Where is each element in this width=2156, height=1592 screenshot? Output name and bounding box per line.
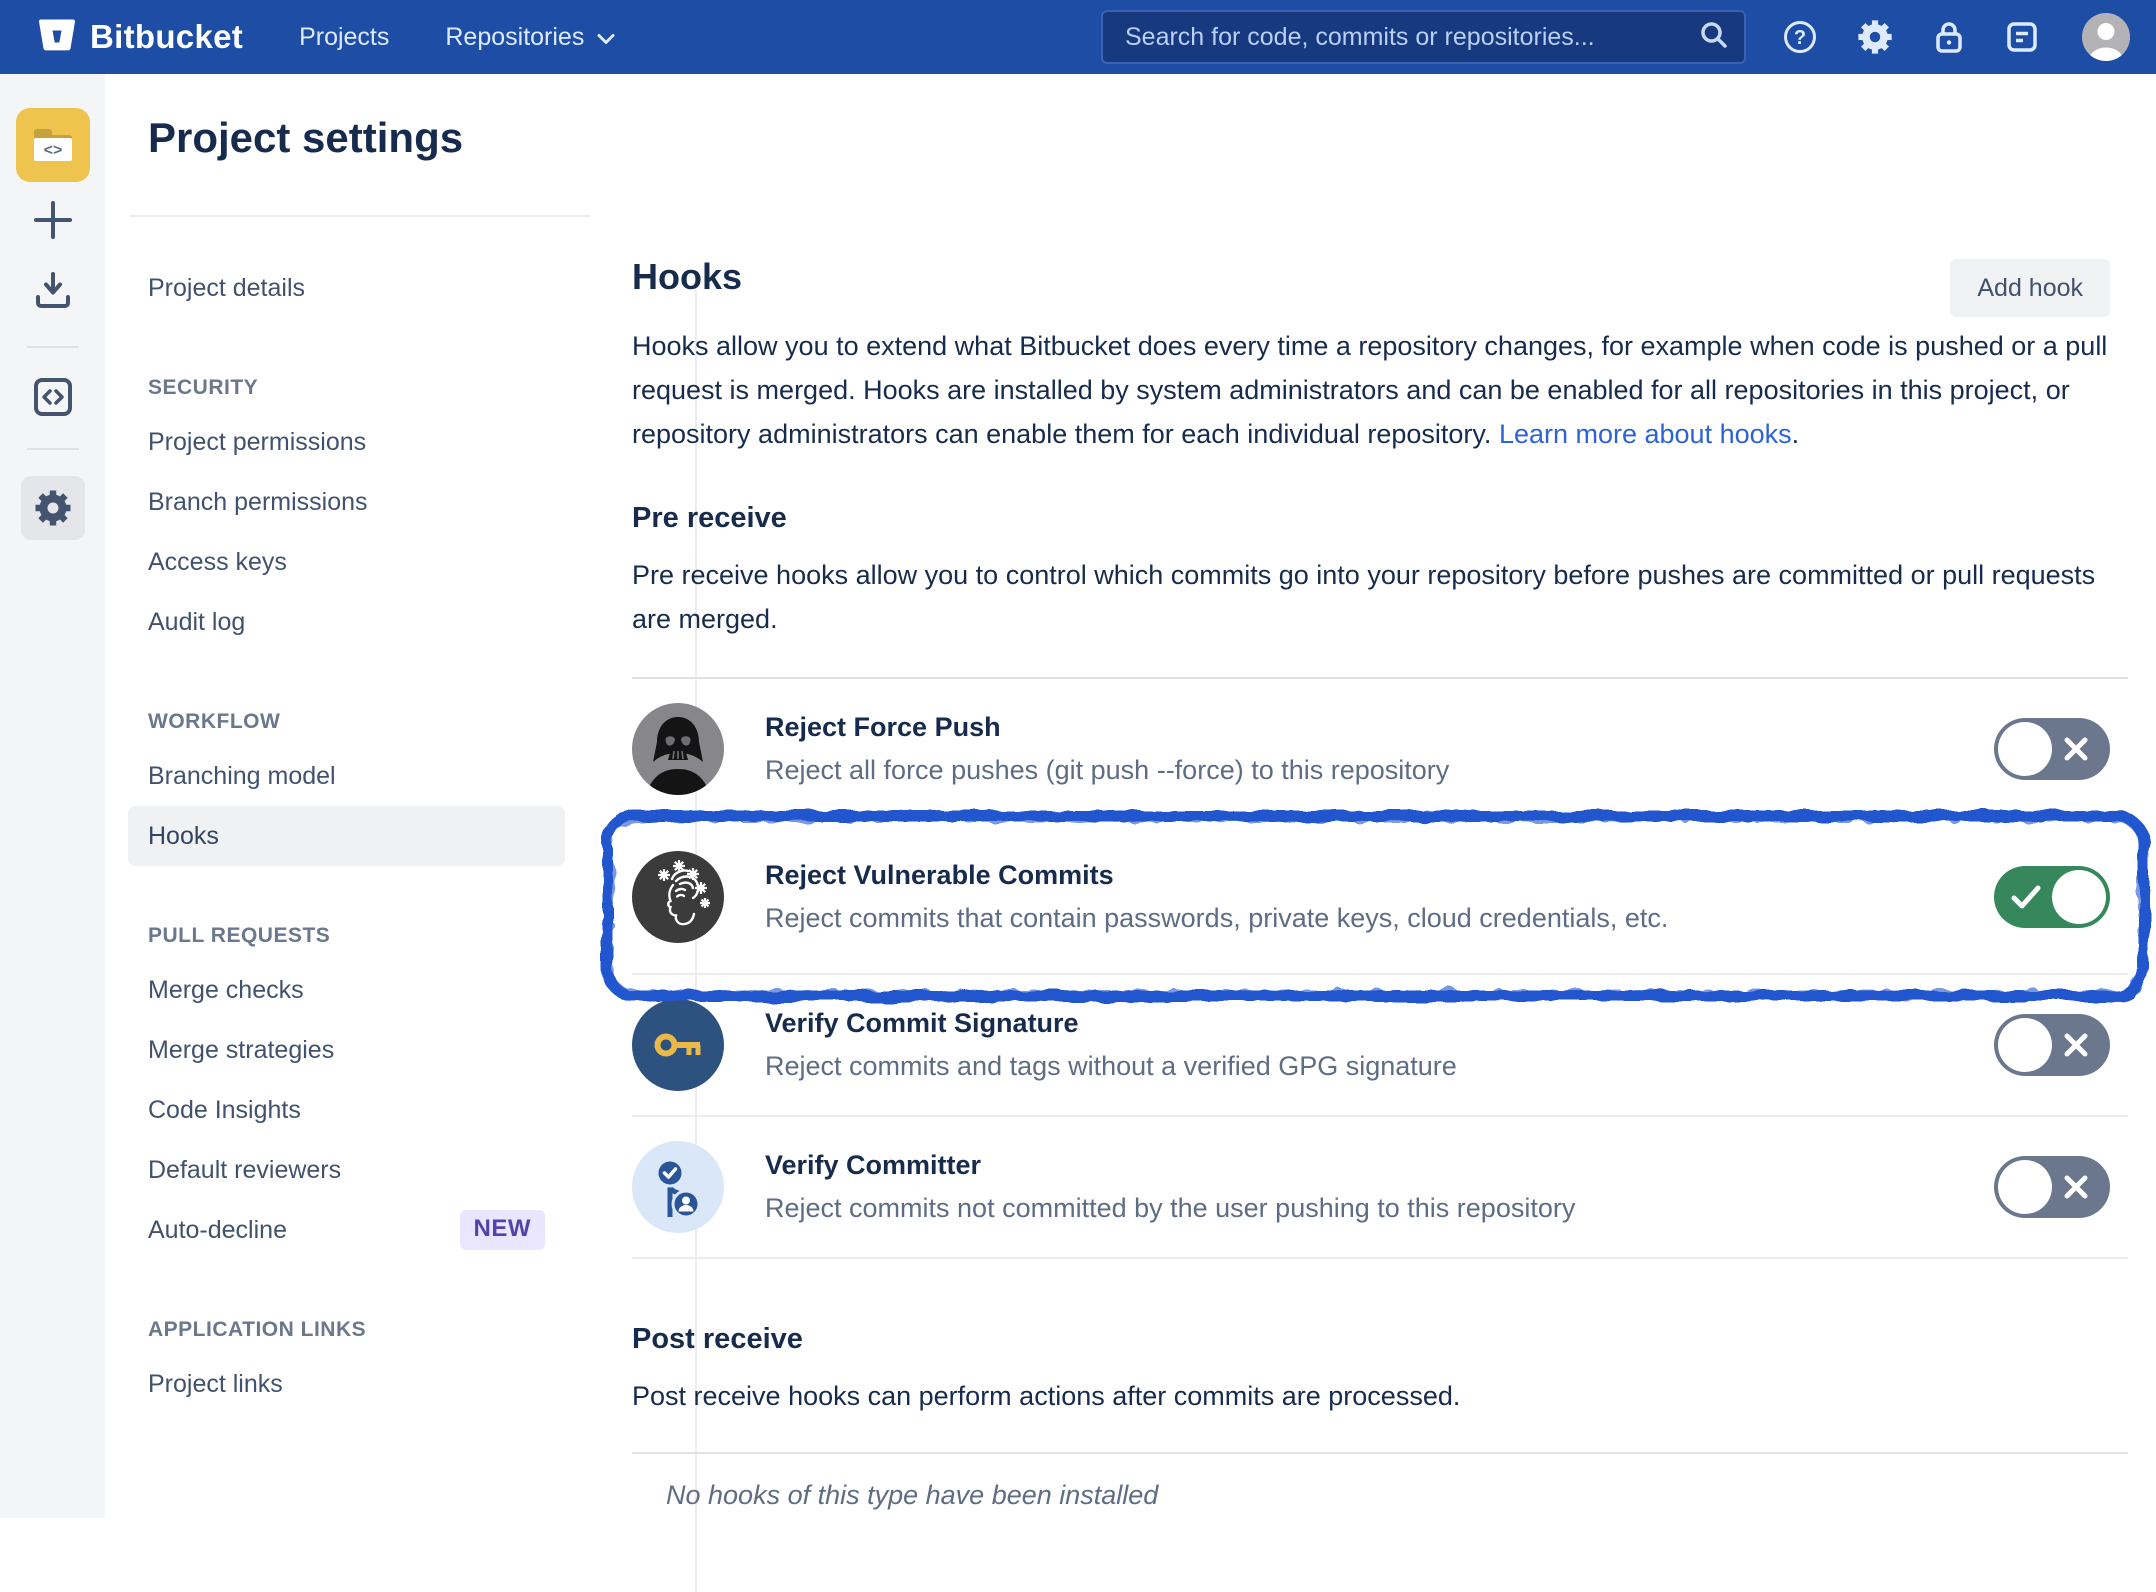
pre-receive-description: Pre receive hooks allow you to control w… xyxy=(632,553,2128,641)
bitbucket-logo-icon xyxy=(38,18,76,57)
intro-period: . xyxy=(1792,419,1800,449)
user-avatar[interactable] xyxy=(2082,13,2130,61)
nav-item-merge-checks[interactable]: Merge checks xyxy=(128,960,565,1020)
nav-item-audit-log[interactable]: Audit log xyxy=(128,592,565,652)
bitbucket-brand[interactable]: Bitbucket xyxy=(38,18,243,57)
navbar-menu: Projects Repositories xyxy=(299,23,616,52)
menu-repositories-label: Repositories xyxy=(445,23,584,52)
post-receive-description: Post receive hooks can perform actions a… xyxy=(632,1374,2128,1418)
hooks-content: Hooks Add hook Hooks allow you to extend… xyxy=(632,74,2128,1511)
menu-projects[interactable]: Projects xyxy=(299,23,389,52)
feedback-icon[interactable] xyxy=(2004,19,2040,55)
title-divider xyxy=(130,215,590,217)
hook-description: Reject commits and tags without a verifi… xyxy=(765,1051,1457,1082)
nav-item-hooks[interactable]: Hooks xyxy=(128,806,565,866)
hook-row-reject-force-push: Reject Force Push Reject all force pushe… xyxy=(632,679,2128,821)
toggle-knob xyxy=(2052,870,2106,924)
post-receive-divider xyxy=(632,1452,2128,1454)
nav-item-project-links[interactable]: Project links xyxy=(128,1354,565,1414)
settings-gear-icon-selected[interactable] xyxy=(21,476,85,540)
nav-item-auto-decline-label: Auto-decline xyxy=(148,1216,287,1245)
search-box[interactable] xyxy=(1101,10,1746,64)
svg-text:?: ? xyxy=(1794,27,1806,49)
hook-row-reject-vulnerable-commits: Reject Vulnerable Commits Reject commits… xyxy=(632,821,2128,975)
create-plus-icon[interactable] xyxy=(31,198,75,242)
nav-item-default-reviewers[interactable]: Default reviewers xyxy=(128,1140,565,1200)
hook-title: Reject Vulnerable Commits xyxy=(765,860,1668,891)
hooks-heading: Hooks xyxy=(632,256,2128,298)
nav-item-project-details[interactable]: Project details xyxy=(128,258,565,318)
nav-item-project-permissions[interactable]: Project permissions xyxy=(128,412,565,472)
nav-item-branch-permissions[interactable]: Branch permissions xyxy=(128,472,565,532)
toggle-reject-force-push[interactable] xyxy=(1994,718,2110,780)
toggle-x-icon xyxy=(2063,736,2089,762)
toggle-verify-commit-signature[interactable] xyxy=(1994,1014,2110,1076)
sidebar-divider xyxy=(27,346,79,348)
new-badge: NEW xyxy=(460,1210,546,1250)
hook-texts: Reject Force Push Reject all force pushe… xyxy=(765,712,1449,786)
post-receive-title: Post receive xyxy=(632,1323,2128,1356)
hook-texts: Reject Vulnerable Commits Reject commits… xyxy=(765,860,1668,934)
search-icon[interactable] xyxy=(1698,19,1730,56)
hook-description: Reject all force pushes (git push --forc… xyxy=(765,755,1449,786)
toggle-reject-vulnerable-commits[interactable] xyxy=(1994,866,2110,928)
project-avatar-icon[interactable]: <> xyxy=(16,108,90,182)
committer-branch-avatar-icon xyxy=(632,1141,724,1233)
menu-repositories[interactable]: Repositories xyxy=(445,23,616,52)
hook-texts: Verify Committer Reject commits not comm… xyxy=(765,1150,1575,1224)
nav-header-application-links: APPLICATION LINKS xyxy=(128,1294,565,1354)
settings-panel: Project settings Project details SECURIT… xyxy=(105,74,592,1518)
nav-header-workflow: WORKFLOW xyxy=(128,686,565,746)
toggle-x-icon xyxy=(2063,1174,2089,1200)
lock-icon[interactable] xyxy=(1932,19,1966,55)
sidebar-divider xyxy=(27,448,79,450)
nav-item-branching-model[interactable]: Branching model xyxy=(128,746,565,806)
download-icon[interactable] xyxy=(33,270,73,310)
toggle-knob xyxy=(1998,1160,2052,1214)
nav-header-security: SECURITY xyxy=(128,352,565,412)
app-sidebar: <> xyxy=(0,74,105,1518)
help-icon[interactable]: ? xyxy=(1782,19,1818,55)
hooks-intro: Hooks allow you to extend what Bitbucket… xyxy=(632,324,2128,456)
svg-text:<>: <> xyxy=(43,142,62,159)
gold-key-avatar-icon xyxy=(632,999,724,1091)
navbar-icon-group: ? xyxy=(1782,18,2040,56)
hook-description: Reject commits not committed by the user… xyxy=(765,1193,1575,1224)
hook-texts: Verify Commit Signature Reject commits a… xyxy=(765,1008,1457,1082)
code-icon[interactable] xyxy=(32,376,74,418)
pre-receive-title: Pre receive xyxy=(632,502,2128,535)
learn-more-link[interactable]: Learn more about hooks xyxy=(1499,419,1792,449)
woman-face-avatar-icon xyxy=(632,851,724,943)
toggle-knob xyxy=(1998,722,2052,776)
add-hook-button[interactable]: Add hook xyxy=(1950,259,2110,317)
page-title: Project settings xyxy=(148,114,463,162)
nav-item-auto-decline[interactable]: Auto-decline NEW xyxy=(128,1200,565,1260)
darth-vader-avatar-icon xyxy=(632,703,724,795)
hook-title: Reject Force Push xyxy=(765,712,1449,743)
settings-nav: Project details SECURITY Project permiss… xyxy=(128,258,565,1414)
hook-description: Reject commits that contain passwords, p… xyxy=(765,903,1668,934)
navbar-right: ? xyxy=(1101,10,2130,64)
toggle-x-icon xyxy=(2063,1032,2089,1058)
nav-item-code-insights[interactable]: Code Insights xyxy=(128,1080,565,1140)
nav-item-access-keys[interactable]: Access keys xyxy=(128,532,565,592)
chevron-down-icon xyxy=(596,23,616,52)
hook-title: Verify Commit Signature xyxy=(765,1008,1457,1039)
nav-header-pull-requests: PULL REQUESTS xyxy=(128,900,565,960)
search-input[interactable] xyxy=(1125,23,1698,52)
hook-row-verify-commit-signature: Verify Commit Signature Reject commits a… xyxy=(632,975,2128,1117)
gear-icon[interactable] xyxy=(1856,18,1894,56)
hook-title: Verify Committer xyxy=(765,1150,1575,1181)
hooks-intro-text: Hooks allow you to extend what Bitbucket… xyxy=(632,331,2107,449)
toggle-verify-committer[interactable] xyxy=(1994,1156,2110,1218)
post-receive-empty-message: No hooks of this type have been installe… xyxy=(632,1480,2128,1511)
toggle-check-icon xyxy=(2011,885,2041,909)
hook-row-verify-committer: Verify Committer Reject commits not comm… xyxy=(632,1117,2128,1259)
pre-receive-hook-list: Reject Force Push Reject all force pushe… xyxy=(632,677,2128,1259)
top-navbar: Bitbucket Projects Repositories ? xyxy=(0,0,2156,74)
brand-name: Bitbucket xyxy=(90,18,243,56)
nav-item-merge-strategies[interactable]: Merge strategies xyxy=(128,1020,565,1080)
toggle-knob xyxy=(1998,1018,2052,1072)
